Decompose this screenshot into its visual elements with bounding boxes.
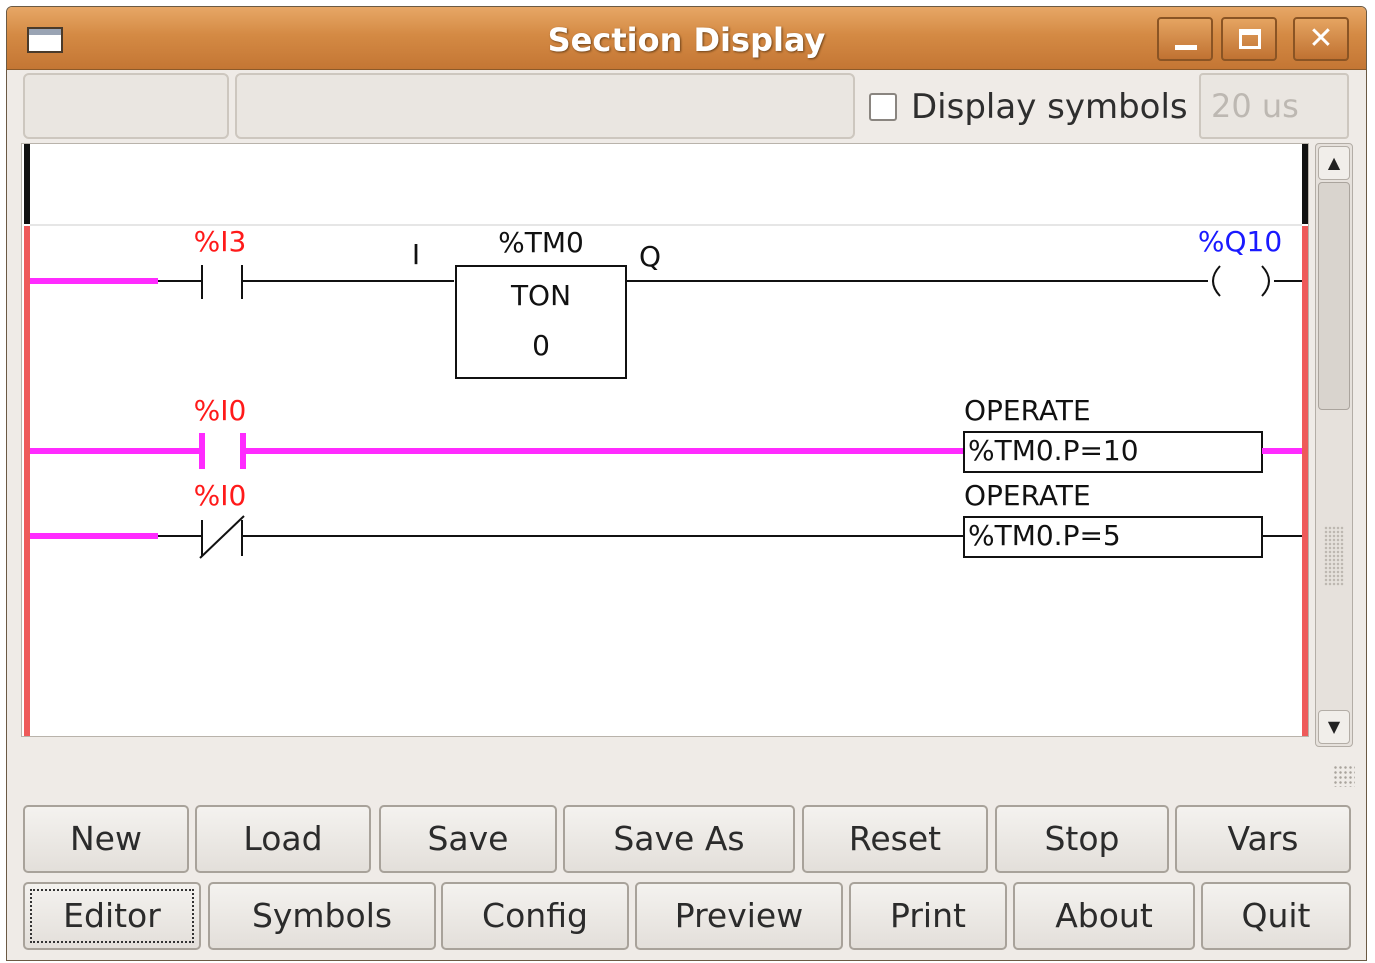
coil-right-arc xyxy=(1261,265,1270,297)
minimize-icon xyxy=(1175,45,1197,50)
maximize-icon xyxy=(1239,29,1261,49)
config-button[interactable]: Config xyxy=(441,882,629,950)
rung-1[interactable]: %I3 I %TM0 TON 0 Q %Q10 xyxy=(30,225,1302,379)
right-power-rail xyxy=(1302,226,1308,736)
scroll-down-button[interactable]: ▼ xyxy=(1318,710,1350,744)
rung-2[interactable]: %I0 OPERATE %TM0.P=10 xyxy=(30,394,1302,473)
editor-button[interactable]: Editor xyxy=(23,882,201,950)
left-top-marker xyxy=(24,144,30,224)
resize-grip[interactable] xyxy=(1333,765,1355,787)
maximize-button[interactable] xyxy=(1221,17,1277,61)
display-symbols-toggle[interactable]: Display symbols xyxy=(869,87,1188,127)
save-button[interactable]: Save xyxy=(379,805,557,873)
about-button[interactable]: About xyxy=(1013,882,1195,950)
close-icon: ✕ xyxy=(1308,21,1334,56)
section-display-window: Section Display ✕ Display symbols 20 us xyxy=(6,6,1367,961)
minimize-button[interactable] xyxy=(1157,17,1213,61)
timer-name: %TM0 xyxy=(498,226,584,259)
rung3-contact-label: %I0 xyxy=(194,479,247,512)
coil-label: %Q10 xyxy=(1198,225,1282,258)
rung-3[interactable]: %I0 OPERATE %TM0.P=5 xyxy=(30,479,1302,559)
scrollbar-grip xyxy=(1324,526,1344,586)
quit-button[interactable]: Quit xyxy=(1201,882,1351,950)
display-symbols-label: Display symbols xyxy=(911,87,1188,127)
rung2-contact-left xyxy=(199,433,205,469)
rung3-contact-slash xyxy=(199,515,245,559)
stop-button[interactable]: Stop xyxy=(995,805,1169,873)
rung2-contact-label: %I0 xyxy=(194,394,247,427)
right-top-marker xyxy=(1302,144,1308,224)
rung1-contact-label: %I3 xyxy=(194,225,247,258)
status-field-middle xyxy=(235,73,855,139)
coil-left-arc xyxy=(1212,265,1221,297)
left-power-rail xyxy=(24,226,30,736)
arrow-up-icon: ▲ xyxy=(1327,153,1341,172)
preview-button[interactable]: Preview xyxy=(635,882,843,950)
vertical-scrollbar[interactable]: ▲ ▼ xyxy=(1315,143,1353,747)
rung2-operate-expr: %TM0.P=10 xyxy=(968,434,1139,467)
new-button[interactable]: New xyxy=(23,805,189,873)
vars-button[interactable]: Vars xyxy=(1175,805,1351,873)
timer-type: TON xyxy=(510,279,571,312)
status-field-left xyxy=(23,73,229,139)
rung3-operate-expr: %TM0.P=5 xyxy=(968,519,1121,552)
timer-output-label: Q xyxy=(639,240,661,273)
print-button[interactable]: Print xyxy=(849,882,1007,950)
cycle-time-display: 20 us xyxy=(1199,73,1349,139)
timer-value: 0 xyxy=(532,329,550,362)
display-symbols-checkbox[interactable] xyxy=(869,93,897,121)
rung2-operate-label: OPERATE xyxy=(964,394,1091,427)
ladder-diagram: %I3 I %TM0 TON 0 Q %Q10 %I0 OPERATE %TM0… xyxy=(24,144,1308,736)
save-as-button[interactable]: Save As xyxy=(563,805,795,873)
arrow-down-icon: ▼ xyxy=(1327,717,1341,736)
close-button[interactable]: ✕ xyxy=(1293,17,1349,61)
reset-button[interactable]: Reset xyxy=(802,805,988,873)
title-bar[interactable]: Section Display ✕ xyxy=(7,7,1366,70)
symbols-button[interactable]: Symbols xyxy=(208,882,436,950)
scrollbar-thumb[interactable] xyxy=(1318,182,1350,410)
ladder-diagram-area[interactable]: %I3 I %TM0 TON 0 Q %Q10 %I0 OPERATE %TM0… xyxy=(21,143,1309,737)
timer-input-label: I xyxy=(412,238,420,271)
scroll-up-button[interactable]: ▲ xyxy=(1318,146,1350,180)
rung3-operate-label: OPERATE xyxy=(964,479,1091,512)
rung2-contact-right xyxy=(240,433,246,469)
load-button[interactable]: Load xyxy=(195,805,371,873)
